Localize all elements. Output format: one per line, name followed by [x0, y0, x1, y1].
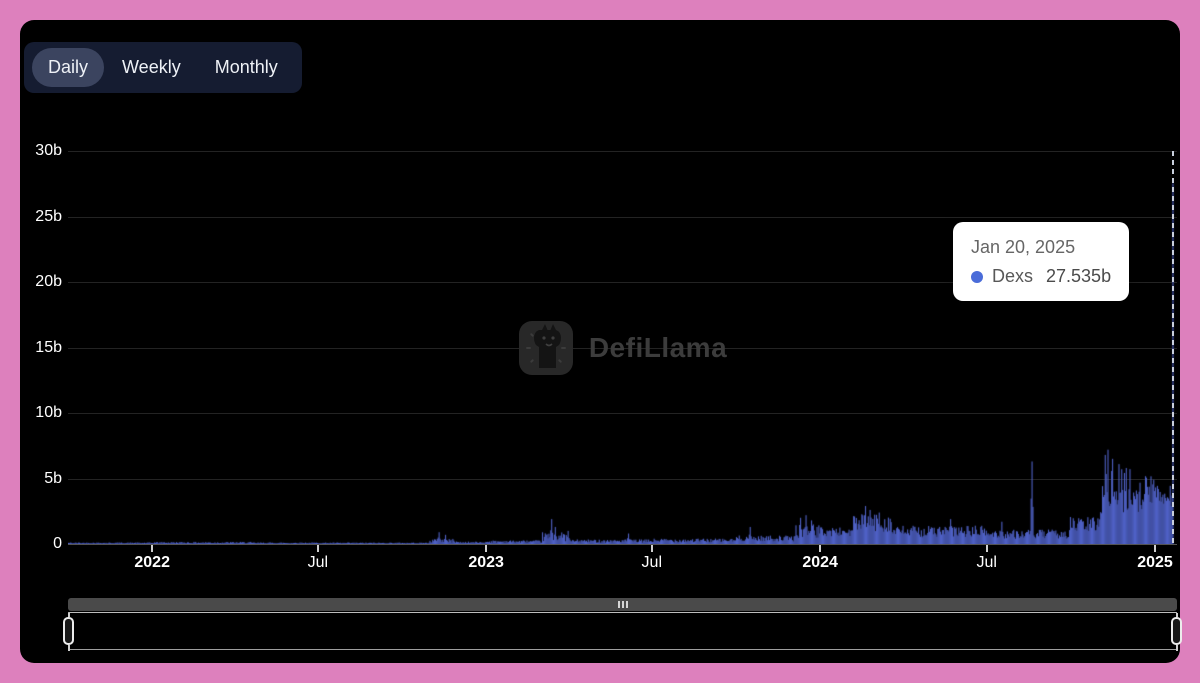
tooltip-date: Jan 20, 2025 — [971, 237, 1111, 258]
scrollbar-grip-icon — [618, 601, 628, 608]
x-tick-mark — [317, 545, 319, 552]
chart-tooltip: Jan 20, 2025 Dexs 27.535b — [953, 222, 1129, 301]
y-tick-label: 25b — [35, 208, 62, 226]
x-tick-label: 2023 — [468, 554, 504, 572]
tab-monthly[interactable]: Monthly — [199, 48, 294, 87]
plot-area[interactable]: DefiLlama — [68, 151, 1177, 544]
x-tick-label: Jul — [308, 554, 328, 572]
x-tick-mark — [819, 545, 821, 552]
tooltip-value: 27.535b — [1046, 266, 1111, 287]
tab-daily[interactable]: Daily — [32, 48, 104, 87]
interval-tabs: Daily Weekly Monthly — [24, 42, 302, 93]
tab-weekly[interactable]: Weekly — [106, 48, 197, 87]
x-tick-label: Jul — [976, 554, 996, 572]
dex-volume-bars — [68, 151, 1177, 544]
range-handle-left[interactable] — [63, 617, 74, 645]
series-dot-icon — [971, 271, 983, 283]
horizontal-scrollbar[interactable] — [68, 598, 1177, 611]
x-tick-mark — [151, 545, 153, 552]
page: { "frame": { "bg_color": "#dd80bd", "pan… — [0, 0, 1200, 683]
y-tick-label: 20b — [35, 273, 62, 291]
x-tick-label: 2024 — [802, 554, 838, 572]
x-tick-mark — [485, 545, 487, 552]
x-tick-label: Jul — [642, 554, 662, 572]
y-tick-label: 15b — [35, 339, 62, 357]
tooltip-series-name: Dexs — [992, 266, 1033, 287]
x-axis-line — [68, 544, 1177, 545]
crosshair-line — [1172, 151, 1174, 544]
y-tick-label: 10b — [35, 404, 62, 422]
y-tick-label: 30b — [35, 142, 62, 160]
range-handle-right[interactable] — [1171, 617, 1182, 645]
x-tick-mark — [986, 545, 988, 552]
y-tick-label: 5b — [44, 470, 62, 488]
y-tick-label: 0 — [53, 535, 62, 553]
x-tick-mark — [651, 545, 653, 552]
x-tick-label: 2022 — [134, 554, 170, 572]
x-tick-mark — [1154, 545, 1156, 552]
zoom-range-selector[interactable] — [68, 612, 1177, 650]
x-tick-label: 2025 — [1137, 554, 1173, 572]
chart-panel: Daily Weekly Monthly DefiLlama 05b10b15 — [20, 20, 1180, 663]
